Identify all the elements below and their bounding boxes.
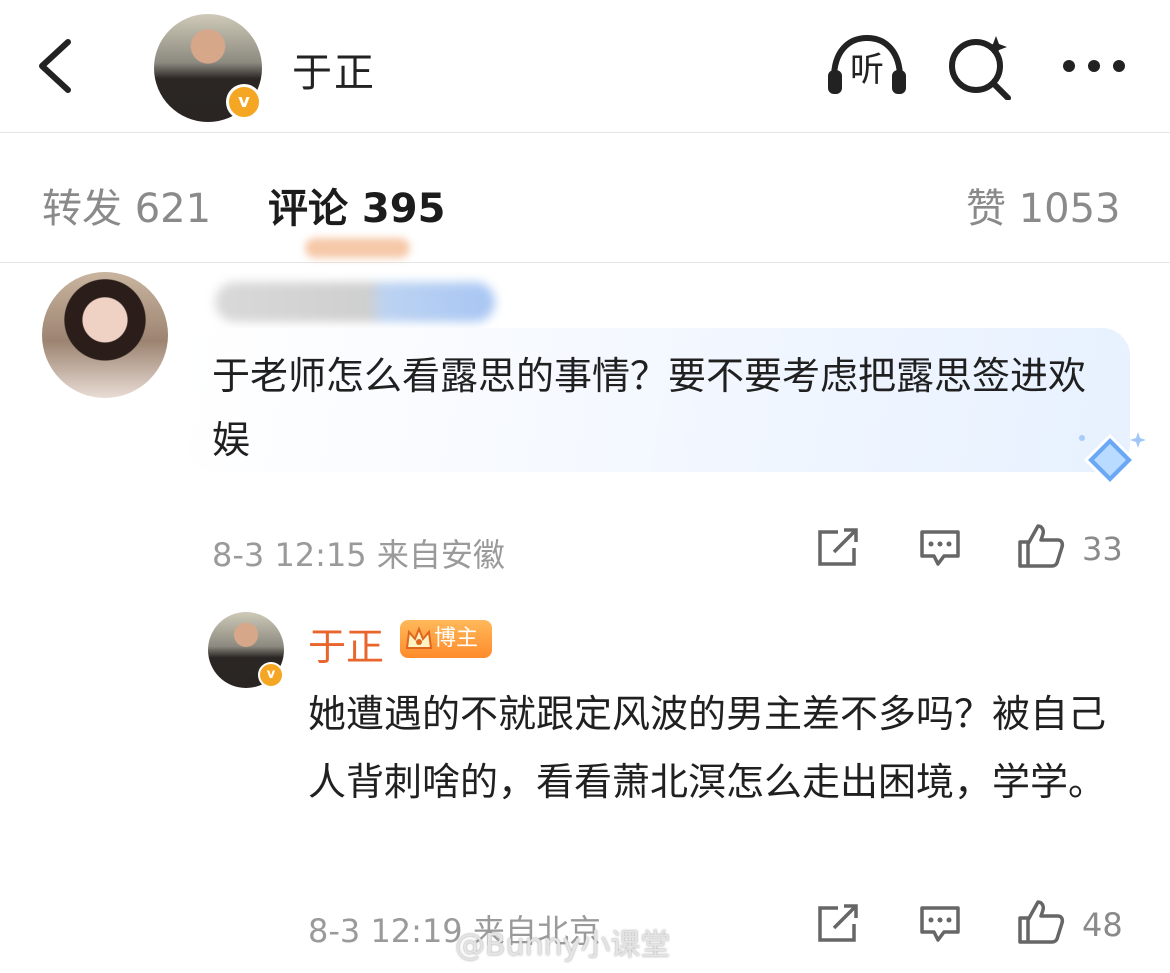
reply-share-button[interactable] xyxy=(816,904,860,944)
thumbs-up-icon xyxy=(1018,900,1065,944)
reply-author-name[interactable]: 于正 xyxy=(308,616,384,671)
reply-like-count: 48 xyxy=(1082,906,1123,944)
header-divider xyxy=(0,132,1170,133)
reply-like-button[interactable] xyxy=(1016,898,1066,946)
share-icon xyxy=(818,528,858,566)
blurred-badge xyxy=(305,238,410,258)
tab-likes[interactable]: 赞 1053 xyxy=(966,176,1121,234)
listen-button[interactable]: 听 xyxy=(826,34,908,98)
comment-share-button[interactable] xyxy=(816,528,860,568)
back-arrow-icon xyxy=(39,39,71,93)
reply-reply-button[interactable] xyxy=(918,904,962,944)
search-button[interactable] xyxy=(946,34,1016,101)
tab-reposts[interactable]: 转发 621 xyxy=(42,176,211,234)
reply-verified-badge-icon: v xyxy=(258,662,284,688)
blurred-username[interactable] xyxy=(215,282,495,322)
tab-comments[interactable]: 评论 395 xyxy=(268,176,445,234)
comment-text: 于老师怎么看露思的事情？要不要考虑把露思签进欢娱 xyxy=(212,354,1087,462)
author-badge: 博主 xyxy=(400,620,492,658)
back-button[interactable] xyxy=(30,36,80,96)
share-icon xyxy=(818,904,858,942)
thumbs-up-icon xyxy=(1018,524,1065,568)
listen-label: 听 xyxy=(850,50,884,90)
diamond-decoration-icon xyxy=(1079,432,1146,487)
comment-like-button[interactable] xyxy=(1016,522,1066,570)
search-icon xyxy=(949,36,1011,101)
comment-icon xyxy=(920,906,960,942)
watermark: @Bunny小课堂 xyxy=(455,928,671,963)
tabs-divider xyxy=(0,262,1170,263)
crown-icon xyxy=(405,626,433,649)
comment-like-count: 33 xyxy=(1082,530,1123,568)
reply-text: 她遭遇的不就跟定风波的男主差不多吗？被自己人背刺啥的，看看萧北溟怎么走出困境，学… xyxy=(308,692,1107,804)
comment-reply-button[interactable] xyxy=(918,528,962,568)
more-button[interactable] xyxy=(1060,54,1130,78)
commenter-avatar[interactable] xyxy=(42,272,168,398)
comment-meta: 8-3 12:15 来自安徽 xyxy=(212,536,505,574)
more-icon xyxy=(1063,60,1125,72)
comment-icon xyxy=(920,530,960,566)
verified-badge-icon: v xyxy=(226,84,262,120)
page-title: 于正 xyxy=(292,50,376,96)
author-badge-label: 博主 xyxy=(434,626,479,651)
